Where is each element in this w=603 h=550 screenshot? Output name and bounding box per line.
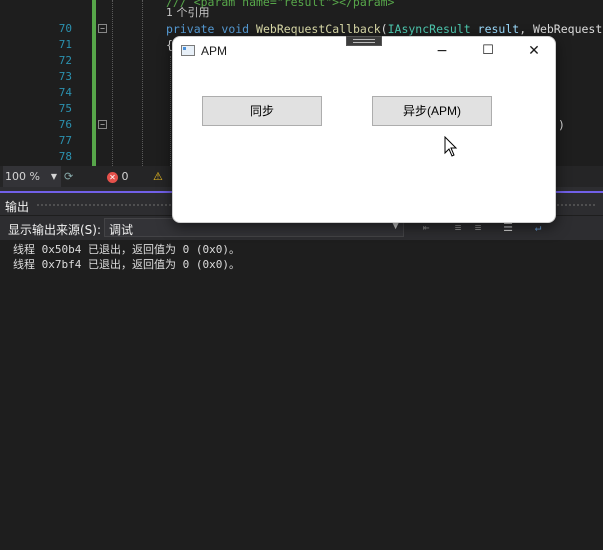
output-text-area[interactable]: 线程 0x50b4 已退出，返回值为 0 (0x0)。 线程 0x7bf4 已退… [0,240,603,550]
sync-button[interactable]: 同步 [202,96,322,126]
apm-window: APM − ☐ ✕ 同步 异步(APM) [172,36,556,223]
line-number: 78 [58,150,72,163]
type-name: IAsyncResult [387,22,471,36]
mouse-cursor-icon [444,136,458,157]
closing-paren: ) [558,118,565,132]
param-name: result [477,22,520,36]
keyword: private [166,22,215,36]
paren: ( [380,22,388,36]
line-number-gutter: 70 71 72 73 74 75 76 77 78 [0,0,92,166]
method-name: WebRequestCallback [256,22,381,36]
error-icon: ✕ [107,171,118,183]
line-number: 73 [58,70,72,83]
keyword: void [221,22,250,36]
async-apm-button[interactable]: 异步(APM) [372,96,492,126]
collapse-icon[interactable]: − [98,120,107,129]
code-cleanup-icon[interactable]: ⟳ [64,166,73,187]
line-number: 77 [58,134,72,147]
chevron-down-icon: ▼ [50,172,57,181]
output-source-label: 显示输出来源(S): [8,223,102,237]
indent-guide [112,0,113,166]
line-number: 71 [58,38,72,51]
output-source-value: 调试 [109,223,134,237]
method-signature: private void WebRequestCallback(IAsyncRe… [166,21,602,37]
line-number: 75 [58,102,72,115]
output-line: 线程 0x50b4 已退出，返回值为 0 (0x0)。 [13,243,240,256]
window-app-icon [181,45,195,56]
change-indicator-bar [92,0,96,166]
window-drag-handle[interactable] [346,36,382,46]
collapse-icon[interactable]: − [98,24,107,33]
maximize-button[interactable]: ☐ [465,37,511,65]
line-number: 76 [58,118,72,131]
zoom-dropdown[interactable]: 100 % ▼ [3,166,61,187]
signature-rest: , WebRequest [519,22,603,36]
code-lens-references[interactable]: 1 个引用 [166,5,210,21]
window-title: APM [201,44,228,58]
line-number: 72 [58,54,72,67]
line-number: 74 [58,86,72,99]
panel-title: 输出 [5,200,30,214]
zoom-level: 100 % [5,170,40,183]
error-indicator[interactable]: ✕ 0 [107,166,129,187]
minimize-button[interactable]: − [419,37,465,65]
warning-icon[interactable]: ⚠ [153,166,163,187]
indent-guide [142,0,143,166]
output-line: 线程 0x7bf4 已退出，返回值为 0 (0x0)。 [13,258,240,271]
close-button[interactable]: ✕ [511,37,555,65]
error-count: 0 [121,170,129,183]
line-number: 70 [58,22,72,35]
indent-guide [170,56,171,166]
